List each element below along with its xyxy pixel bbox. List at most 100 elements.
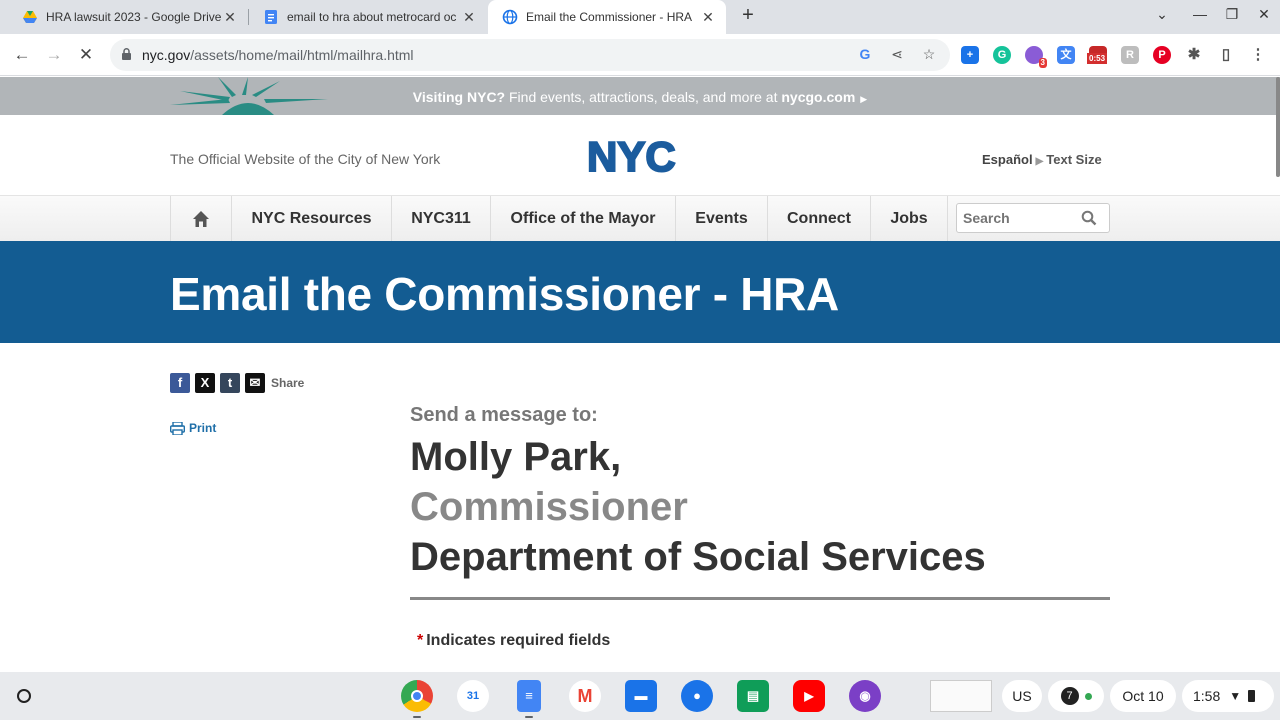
input-method-button[interactable]: US xyxy=(1002,680,1042,712)
os-shelf: 31 ≡ M ▬ ● ▤ ▶ ◉ US 7 Oct 10 1:58 ▼ xyxy=(0,672,1280,720)
visit-nyc-bar: Visiting NYC? Find events, attractions, … xyxy=(0,77,1280,115)
divider xyxy=(410,597,1110,600)
visit-bold: Visiting NYC? xyxy=(412,89,506,105)
close-tab-icon[interactable]: ✕ xyxy=(222,9,238,26)
recipient-name: Molly Park, xyxy=(410,435,622,479)
recipient-role: Commissioner xyxy=(410,485,688,529)
visit-text: Find events, attractions, deals, and mor… xyxy=(505,89,782,105)
add-extension-icon[interactable]: + xyxy=(961,46,979,64)
title-banner: Email the Commissioner - HRA xyxy=(0,241,1280,343)
extension-badge-count: 3 xyxy=(1038,58,1047,68)
share-bar: f X t ✉ Share xyxy=(170,373,304,393)
close-tab-icon[interactable]: ✕ xyxy=(700,9,716,26)
timer-value: 0:53 xyxy=(1087,53,1108,64)
required-fields-note: * Indicates required fields xyxy=(417,632,610,650)
nav-office-of-the-mayor[interactable]: Office of the Mayor xyxy=(490,196,675,242)
arrow-right-icon: ▶ xyxy=(1035,156,1044,167)
share-page-icon[interactable]: ⋖ xyxy=(888,46,906,64)
page-scrollbar[interactable] xyxy=(1276,77,1280,177)
nav-nyc-resources[interactable]: NYC Resources xyxy=(231,196,391,242)
wifi-icon: ▼ xyxy=(1229,689,1242,703)
nav-events[interactable]: Events xyxy=(675,196,767,242)
timer-extension-icon[interactable]: 0:53 xyxy=(1087,46,1108,64)
notification-tray[interactable]: 7 xyxy=(1048,680,1104,712)
podcast-icon[interactable]: ◉ xyxy=(849,680,881,712)
share-label[interactable]: Share xyxy=(271,376,304,390)
launcher-icon[interactable] xyxy=(8,680,40,712)
extension-badge-icon[interactable]: 3 xyxy=(1025,46,1047,68)
close-window-icon[interactable]: ✕ xyxy=(1254,6,1274,23)
nav-connect[interactable]: Connect xyxy=(767,196,870,242)
input-method-label: US xyxy=(1012,688,1032,704)
search-input[interactable] xyxy=(957,204,1075,232)
new-tab-button[interactable]: + xyxy=(737,5,759,27)
screen-capture-thumbnail[interactable] xyxy=(930,680,992,712)
nyc-logo[interactable]: NYC xyxy=(587,137,695,175)
search-icon[interactable] xyxy=(1081,210,1097,226)
docs-icon[interactable]: ≡ xyxy=(517,680,541,712)
required-star: * xyxy=(417,632,424,649)
status-dot-icon xyxy=(1084,692,1092,700)
calendar-day: 31 xyxy=(466,690,480,702)
extensions-puzzle-icon[interactable]: ✱ xyxy=(1185,46,1203,64)
print-label: Print xyxy=(189,421,217,435)
text-size-link[interactable]: Text Size xyxy=(1046,152,1101,167)
home-button[interactable] xyxy=(170,196,231,242)
youtube-icon[interactable]: ▶ xyxy=(793,680,825,712)
official-tagline: The Official Website of the City of New … xyxy=(170,151,441,167)
chrome-icon[interactable] xyxy=(401,680,433,712)
messages-icon[interactable]: ● xyxy=(681,680,713,712)
facebook-icon[interactable]: f xyxy=(170,373,190,393)
classroom-icon[interactable]: ▤ xyxy=(737,680,769,712)
minimize-icon[interactable]: — xyxy=(1190,6,1210,22)
date-button[interactable]: Oct 10 xyxy=(1110,680,1176,712)
url-text: nyc.gov/assets/home/mail/html/mailhra.ht… xyxy=(142,47,414,63)
nav-jobs[interactable]: Jobs xyxy=(870,196,948,242)
tab-hra-lawsuit[interactable]: HRA lawsuit 2023 - Google Drive ✕ xyxy=(8,0,248,34)
rss-extension-icon[interactable]: R xyxy=(1121,46,1139,64)
calendar-icon[interactable]: 31 xyxy=(457,680,489,712)
grammarly-icon[interactable]: G xyxy=(993,46,1011,64)
visit-message[interactable]: Visiting NYC? Find events, attractions, … xyxy=(0,89,1280,105)
web-page: Visiting NYC? Find events, attractions, … xyxy=(0,77,1280,671)
url-path: /assets/home/mail/html/mailhra.html xyxy=(190,47,414,63)
espanol-link[interactable]: Español xyxy=(982,152,1033,167)
language-links: Español ▶ Text Size xyxy=(982,152,1102,167)
visit-link[interactable]: nycgo.com xyxy=(781,89,855,105)
tab-search-icon[interactable]: ⌄ xyxy=(1152,6,1172,23)
battery-icon xyxy=(1248,690,1256,702)
restore-icon[interactable]: ❐ xyxy=(1222,6,1242,23)
files-icon[interactable]: ▬ xyxy=(625,680,657,712)
side-panel-icon[interactable]: ▯ xyxy=(1217,46,1235,64)
lock-icon xyxy=(122,48,131,60)
printer-icon xyxy=(170,421,185,435)
back-icon[interactable]: ← xyxy=(10,43,34,67)
nyc-logo-text: NYC xyxy=(587,137,676,175)
tab-title: email to hra about metrocard oc xyxy=(287,10,457,24)
menu-kebab-icon[interactable]: ⋮ xyxy=(1249,46,1267,64)
pinterest-icon[interactable]: P xyxy=(1153,46,1171,64)
tab-email-to-hra[interactable]: email to hra about metrocard oc ✕ xyxy=(249,0,487,34)
translate-icon[interactable]: 文 xyxy=(1057,46,1075,64)
print-link[interactable]: Print xyxy=(170,421,216,435)
tab-title: HRA lawsuit 2023 - Google Drive xyxy=(46,10,222,24)
stop-loading-icon[interactable]: ✕ xyxy=(74,43,98,67)
globe-icon xyxy=(502,9,518,25)
notification-count: 7 xyxy=(1060,687,1079,705)
status-area[interactable]: 1:58 ▼ xyxy=(1182,680,1274,712)
address-bar[interactable]: nyc.gov/assets/home/mail/html/mailhra.ht… xyxy=(110,39,950,71)
google-lens-icon[interactable]: G xyxy=(856,46,874,64)
tumblr-icon[interactable]: t xyxy=(220,373,240,393)
close-tab-icon[interactable]: ✕ xyxy=(461,9,477,26)
url-host: nyc.gov xyxy=(142,47,191,63)
gmail-icon[interactable]: M xyxy=(569,680,601,712)
nav-nyc311[interactable]: NYC311 xyxy=(391,196,490,242)
tab-title: Email the Commissioner - HRA xyxy=(526,10,693,24)
date-label: Oct 10 xyxy=(1122,688,1164,704)
bookmark-star-icon[interactable]: ☆ xyxy=(920,46,938,64)
x-twitter-icon[interactable]: X xyxy=(195,373,215,393)
email-icon[interactable]: ✉ xyxy=(245,373,265,393)
page-title: Email the Commissioner - HRA xyxy=(170,268,839,320)
forward-icon[interactable]: → xyxy=(42,43,66,67)
tab-email-commissioner[interactable]: Email the Commissioner - HRA ✕ xyxy=(488,0,726,34)
